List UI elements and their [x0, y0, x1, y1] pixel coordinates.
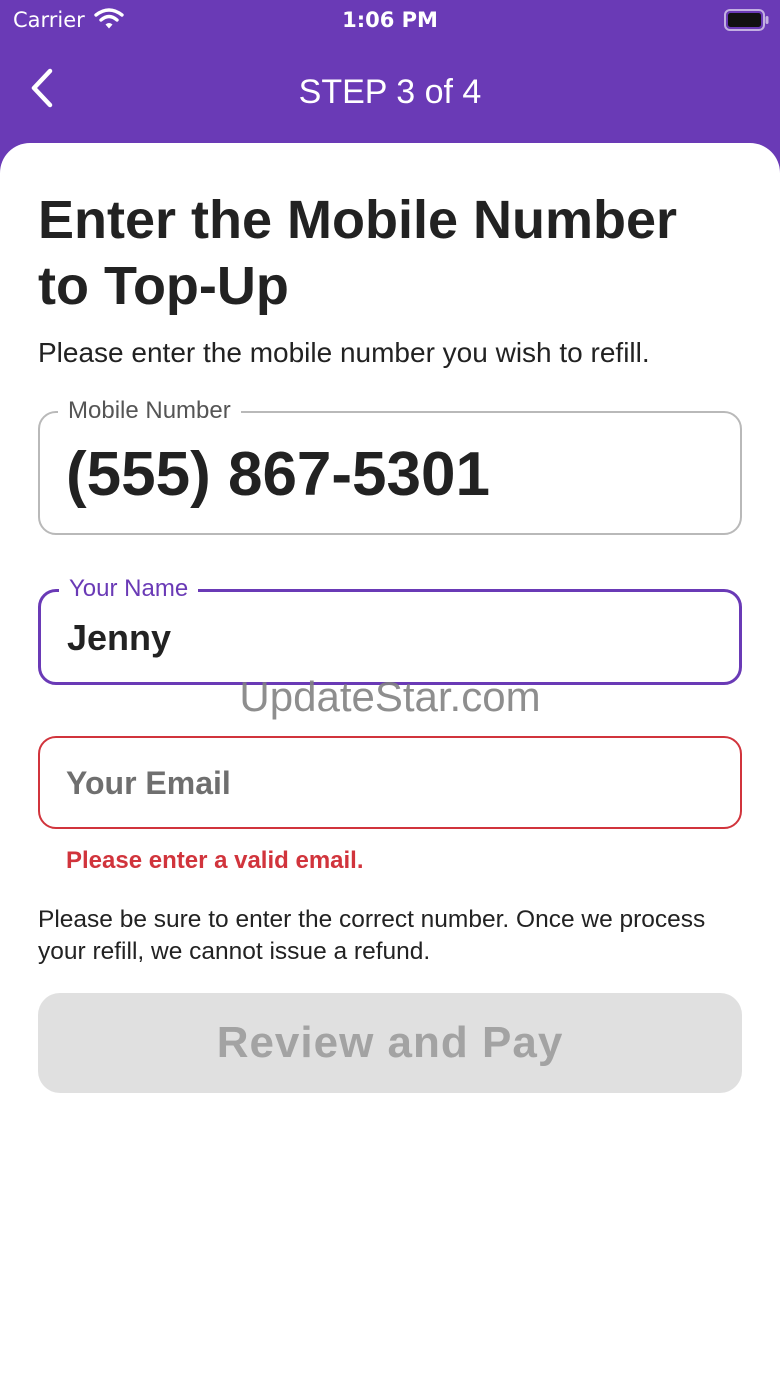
email-field[interactable] [38, 736, 742, 829]
nav-bar: STEP 3 of 4 [0, 44, 780, 140]
email-error-message: Please enter a valid email. [66, 847, 364, 874]
refund-disclaimer: Please be sure to enter the correct numb… [38, 906, 706, 965]
page-title: Enter the Mobile Number to Top-Up [38, 190, 678, 316]
name-input[interactable] [67, 617, 719, 659]
name-label: Your Name [59, 574, 199, 604]
name-field[interactable]: Your Name [38, 574, 742, 685]
clock: 1:06 PM [342, 8, 438, 32]
step-title: STEP 3 of 4 [298, 73, 482, 111]
battery-icon [724, 9, 770, 31]
form-card: Enter the Mobile Number to Top-Up Please… [0, 143, 780, 1387]
page-subtitle: Please enter the mobile number you wish … [38, 337, 650, 368]
mobile-number-input[interactable] [66, 439, 720, 509]
status-bar: Carrier 1:06 PM [0, 0, 780, 40]
mobile-number-label: Mobile Number [58, 396, 241, 426]
review-and-pay-button[interactable]: Review and Pay [38, 993, 742, 1093]
email-input[interactable] [66, 762, 720, 804]
mobile-number-field[interactable]: Mobile Number [38, 396, 742, 535]
